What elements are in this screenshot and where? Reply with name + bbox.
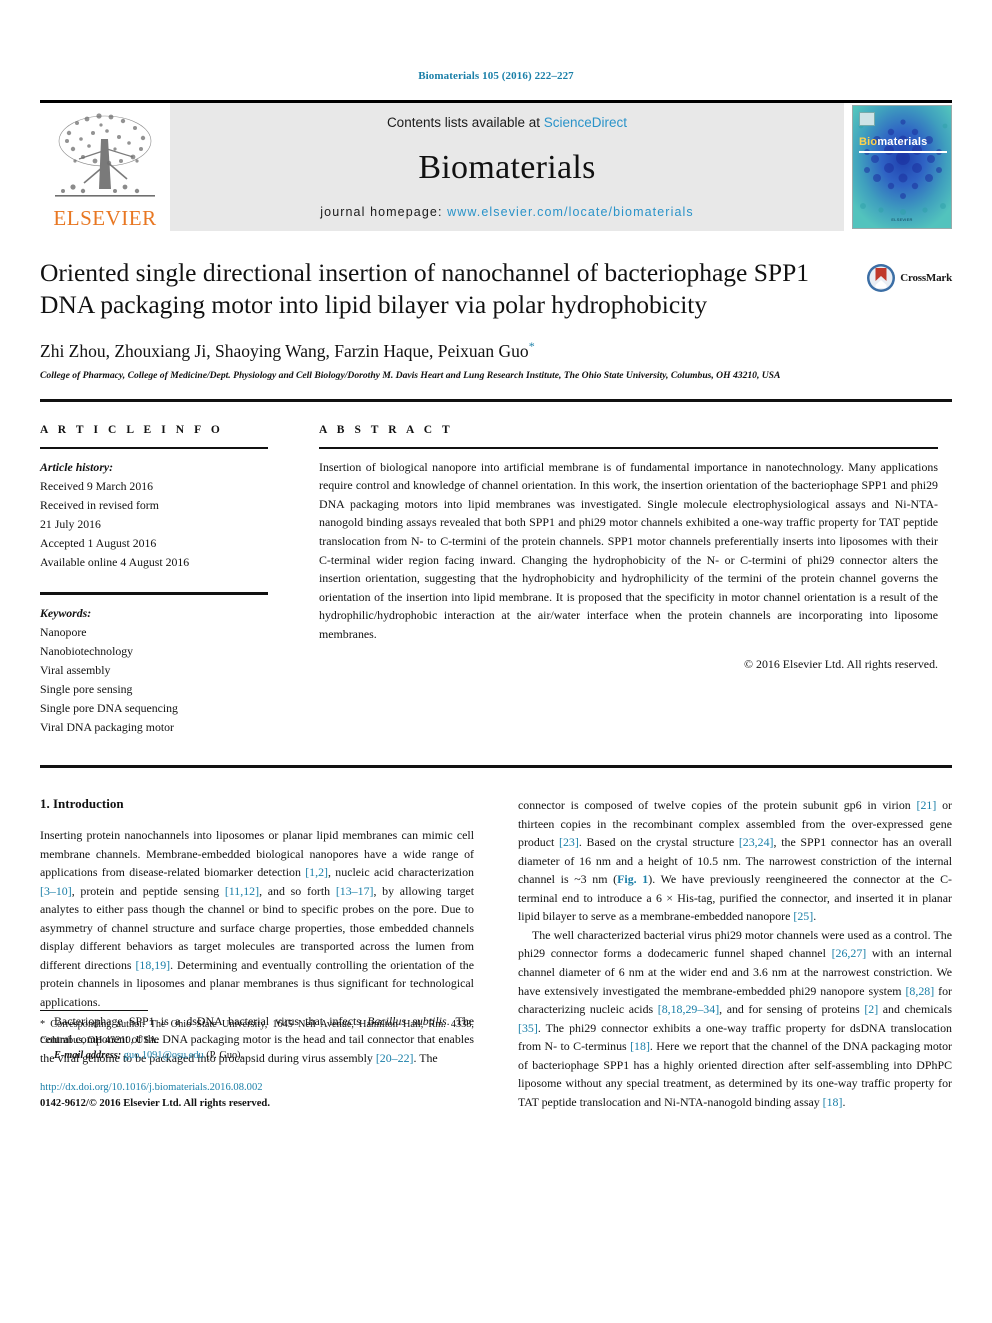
footnote-rule xyxy=(40,1010,148,1012)
cover-title-underline xyxy=(859,151,947,153)
body-two-column: 1. Introduction Inserting protein nanoch… xyxy=(40,768,952,1112)
affiliation: College of Pharmacy, College of Medicine… xyxy=(40,370,781,382)
abstract-rule xyxy=(319,446,938,449)
keyword-item: Nanopore xyxy=(40,624,87,639)
journal-cover-thumbnail: Biomaterials ELSEVIER xyxy=(852,105,952,229)
article-info-heading: A R T I C L E I N F O xyxy=(40,423,224,436)
keyword-item: Single pore DNA sequencing xyxy=(40,701,178,716)
email-note: E-mail address: guo.1091@osu.edu (P. Guo… xyxy=(40,1048,474,1063)
contents-prefix: Contents lists available at xyxy=(386,115,544,130)
abstract-text: Insertion of biological nanopore into ar… xyxy=(319,459,938,641)
crossmark-badge[interactable]: CrossMark xyxy=(866,263,952,293)
corresponding-author-note: * Corresponding author. The Ohio State U… xyxy=(40,1019,474,1046)
sciencedirect-link[interactable]: ScienceDirect xyxy=(544,115,627,130)
elsevier-wordmark: ELSEVIER xyxy=(53,206,157,230)
keyword-item: Viral assembly xyxy=(40,662,111,677)
crossmark-label: CrossMark xyxy=(900,272,952,284)
journal-homepage-line: journal homepage: www.elsevier.com/locat… xyxy=(320,205,693,219)
abstract-copyright: © 2016 Elsevier Ltd. All rights reserved… xyxy=(744,657,938,672)
contents-lists-line: Contents lists available at ScienceDirec… xyxy=(387,115,627,130)
doi-block: http://dx.doi.org/10.1016/j.biomaterials… xyxy=(40,1080,474,1112)
intro-paragraph: connector is composed of twelve copies o… xyxy=(518,797,953,924)
page-title: Oriented single directional insertion of… xyxy=(40,258,810,320)
footnote-block: * Corresponding author. The Ohio State U… xyxy=(40,1010,474,1111)
cover-publisher-badge xyxy=(859,112,875,126)
body-right-column: connector is composed of twelve copies o… xyxy=(518,796,952,1112)
journal-cover-cell: Biomaterials ELSEVIER xyxy=(844,103,952,231)
doi-link[interactable]: http://dx.doi.org/10.1016/j.biomaterials… xyxy=(40,1080,474,1096)
article-info-rule xyxy=(40,446,268,449)
article-history-label: Article history: xyxy=(40,459,114,474)
article-history-item: Received in revised form xyxy=(40,497,159,512)
homepage-prefix: journal homepage: xyxy=(320,205,448,219)
issn-copyright: 0142-9612/© 2016 Elsevier Ltd. All right… xyxy=(40,1097,270,1109)
keywords-label: Keywords: xyxy=(40,605,92,620)
abstract-column: A B S T R A C T Insertion of biological … xyxy=(303,424,952,738)
running-head: Biomaterials 105 (2016) 222–227 xyxy=(418,70,574,82)
title-block: Oriented single directional insertion of… xyxy=(40,257,952,383)
article-history-item: Available online 4 August 2016 xyxy=(40,555,190,570)
masthead-center: Contents lists available at ScienceDirec… xyxy=(170,103,844,231)
keyword-item: Nanobiotechnology xyxy=(40,643,134,658)
article-history-item: Received 9 March 2016 xyxy=(40,478,154,493)
journal-homepage-link[interactable]: www.elsevier.com/locate/biomaterials xyxy=(447,205,694,219)
keyword-item: Viral DNA packaging motor xyxy=(40,720,174,735)
cover-title: Biomaterials xyxy=(859,136,927,148)
journal-title: Biomaterials xyxy=(418,148,596,186)
body-left-column: 1. Introduction Inserting protein nanoch… xyxy=(40,796,474,1112)
elsevier-logo: ELSEVIER xyxy=(40,103,170,231)
journal-article-page: Biomaterials 105 (2016) 222–227 ELSEVIER… xyxy=(0,0,992,1323)
masthead: ELSEVIER Contents lists available at Sci… xyxy=(40,100,952,231)
keyword-item: Single pore sensing xyxy=(40,682,133,697)
cover-footer-logo: ELSEVIER xyxy=(891,217,913,222)
cover-title-bio: Bio xyxy=(859,136,878,148)
email-suffix: (P. Guo). xyxy=(206,1050,244,1062)
intro-paragraph: The well characterized bacterial virus p… xyxy=(518,927,952,1109)
section-heading-introduction: 1. Introduction xyxy=(40,795,124,811)
elsevier-tree-icon xyxy=(55,113,155,197)
article-history-item: Accepted 1 August 2016 xyxy=(40,536,157,551)
keywords-block: Keywords: Nanopore Nanobiotechnology Vir… xyxy=(40,592,303,737)
email-label: E-mail address: xyxy=(54,1050,122,1062)
authors-names: Zhi Zhou, Zhouxiang Ji, Shaoying Wang, F… xyxy=(40,341,529,362)
intro-paragraph: Inserting protein nanochannels into lipo… xyxy=(40,827,474,1010)
article-history-item: 21 July 2016 xyxy=(40,517,101,532)
abstract-heading: A B S T R A C T xyxy=(319,423,454,436)
email-link[interactable]: guo.1091@osu.edu xyxy=(124,1050,204,1061)
cover-title-materials: materials xyxy=(877,136,928,148)
info-abstract-section: A R T I C L E I N F O Article history: R… xyxy=(40,402,952,738)
crossmark-icon xyxy=(867,264,896,292)
corresponding-author-marker: * xyxy=(528,339,535,354)
keywords-rule xyxy=(40,592,268,595)
article-info-column: A R T I C L E I N F O Article history: R… xyxy=(40,424,303,738)
author-list: Zhi Zhou, Zhouxiang Ji, Shaoying Wang, F… xyxy=(40,339,952,362)
